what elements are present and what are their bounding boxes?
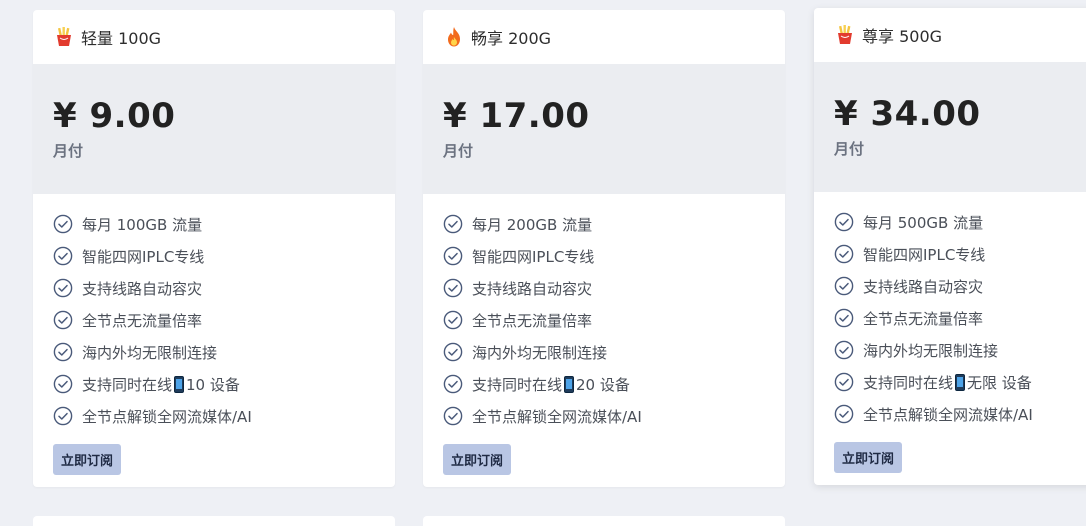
plan-card-enjoy: 畅享 200G ¥ 17.00 月付 每月 200GB 流量 智能四网IPLC专… bbox=[423, 10, 785, 487]
plan-price: ¥ 9.00 bbox=[53, 96, 176, 136]
check-circle-icon bbox=[834, 212, 854, 232]
check-circle-icon bbox=[53, 342, 73, 362]
feature-item: 海内外均无限制连接 bbox=[443, 336, 785, 368]
check-circle-icon bbox=[53, 246, 73, 266]
feature-list: 每月 500GB 流量 智能四网IPLC专线 支持线路自动容灾 全节点无流量倍率… bbox=[814, 192, 1086, 430]
feature-text: 支持同时在线 bbox=[472, 375, 563, 394]
check-circle-icon bbox=[443, 406, 463, 426]
feature-text: 支持线路自动容灾 bbox=[863, 277, 984, 296]
subscribe-button[interactable]: 立即订阅 bbox=[443, 444, 512, 475]
fries-icon bbox=[838, 25, 852, 44]
feature-item: 海内外均无限制连接 bbox=[53, 336, 395, 368]
feature-text: 每月 500GB 流量 bbox=[863, 213, 984, 232]
feature-text: 支持同时在线 bbox=[863, 373, 954, 392]
fries-icon bbox=[57, 27, 71, 46]
next-card-edge bbox=[423, 516, 785, 526]
feature-text: 每月 100GB 流量 bbox=[82, 215, 203, 234]
feature-item: 每月 200GB 流量 bbox=[443, 208, 785, 240]
next-card-edge bbox=[33, 516, 395, 526]
feature-item: 全节点解锁全网流媒体/AI bbox=[443, 400, 785, 432]
feature-item: 全节点无流量倍率 bbox=[53, 304, 395, 336]
feature-text: 全节点解锁全网流媒体/AI bbox=[863, 405, 1033, 424]
device-count: 10 设备 bbox=[186, 375, 240, 394]
billing-period: 月付 bbox=[834, 140, 865, 158]
check-circle-icon bbox=[834, 372, 854, 392]
feature-text: 智能四网IPLC专线 bbox=[472, 247, 595, 266]
feature-text: 支持同时在线 bbox=[82, 375, 173, 394]
device-count: 20 设备 bbox=[576, 375, 630, 394]
plan-header: 畅享 200G bbox=[423, 10, 785, 64]
subscribe-button[interactable]: 立即订阅 bbox=[834, 442, 903, 473]
billing-period: 月付 bbox=[53, 142, 84, 160]
check-circle-icon bbox=[443, 214, 463, 234]
plan-card-light: 轻量 100G ¥ 9.00 月付 每月 100GB 流量 智能四网IPLC专线… bbox=[33, 10, 395, 487]
feature-text: 支持线路自动容灾 bbox=[472, 279, 593, 298]
feature-item: 支持线路自动容灾 bbox=[834, 270, 1086, 302]
check-circle-icon bbox=[834, 308, 854, 328]
feature-text: 全节点无流量倍率 bbox=[82, 311, 203, 330]
feature-text: 智能四网IPLC专线 bbox=[82, 247, 205, 266]
check-circle-icon bbox=[443, 310, 463, 330]
mobile-phone-icon bbox=[174, 375, 185, 393]
feature-text: 每月 200GB 流量 bbox=[472, 215, 593, 234]
plan-price: ¥ 17.00 bbox=[443, 96, 590, 136]
plan-header: 轻量 100G bbox=[33, 10, 395, 64]
billing-period: 月付 bbox=[443, 142, 474, 160]
subscribe-button[interactable]: 立即订阅 bbox=[53, 444, 122, 475]
feature-text: 支持线路自动容灾 bbox=[82, 279, 203, 298]
feature-item: 支持同时在线 无限 设备 bbox=[834, 366, 1086, 398]
plan-name: 畅享 200G bbox=[471, 29, 552, 48]
check-circle-icon bbox=[443, 374, 463, 394]
feature-list: 每月 100GB 流量 智能四网IPLC专线 支持线路自动容灾 全节点无流量倍率… bbox=[33, 194, 395, 432]
check-circle-icon bbox=[834, 276, 854, 296]
feature-item: 每月 100GB 流量 bbox=[53, 208, 395, 240]
feature-list: 每月 200GB 流量 智能四网IPLC专线 支持线路自动容灾 全节点无流量倍率… bbox=[423, 194, 785, 432]
check-circle-icon bbox=[834, 244, 854, 264]
device-count: 无限 设备 bbox=[967, 373, 1032, 392]
feature-text: 全节点解锁全网流媒体/AI bbox=[82, 407, 252, 426]
feature-item: 全节点解锁全网流媒体/AI bbox=[53, 400, 395, 432]
price-band: ¥ 17.00 月付 bbox=[423, 64, 785, 194]
check-circle-icon bbox=[53, 374, 73, 394]
feature-text: 海内外均无限制连接 bbox=[82, 343, 218, 362]
feature-item: 智能四网IPLC专线 bbox=[53, 240, 395, 272]
feature-text: 海内外均无限制连接 bbox=[863, 341, 999, 360]
check-circle-icon bbox=[443, 342, 463, 362]
feature-item: 支持线路自动容灾 bbox=[53, 272, 395, 304]
feature-item: 海内外均无限制连接 bbox=[834, 334, 1086, 366]
check-circle-icon bbox=[443, 246, 463, 266]
feature-item: 智能四网IPLC专线 bbox=[834, 238, 1086, 270]
check-circle-icon bbox=[834, 340, 854, 360]
check-circle-icon bbox=[443, 278, 463, 298]
plan-header: 尊享 500G bbox=[814, 8, 1086, 62]
feature-text: 全节点解锁全网流媒体/AI bbox=[472, 407, 642, 426]
feature-item: 支持同时在线 20 设备 bbox=[443, 368, 785, 400]
feature-item: 每月 500GB 流量 bbox=[834, 206, 1086, 238]
feature-text: 海内外均无限制连接 bbox=[472, 343, 608, 362]
plan-card-premium: 尊享 500G ¥ 34.00 月付 每月 500GB 流量 智能四网IPLC专… bbox=[814, 8, 1086, 485]
check-circle-icon bbox=[834, 404, 854, 424]
check-circle-icon bbox=[53, 310, 73, 330]
feature-item: 智能四网IPLC专线 bbox=[443, 240, 785, 272]
fire-icon bbox=[448, 27, 460, 47]
feature-item: 全节点无流量倍率 bbox=[834, 302, 1086, 334]
mobile-phone-icon bbox=[955, 373, 966, 391]
feature-item: 支持同时在线 10 设备 bbox=[53, 368, 395, 400]
feature-text: 全节点无流量倍率 bbox=[472, 311, 593, 330]
plan-price: ¥ 34.00 bbox=[834, 94, 981, 134]
plan-name: 尊享 500G bbox=[862, 27, 943, 46]
price-band: ¥ 9.00 月付 bbox=[33, 64, 395, 194]
feature-item: 支持线路自动容灾 bbox=[443, 272, 785, 304]
plan-name: 轻量 100G bbox=[81, 29, 162, 48]
check-circle-icon bbox=[53, 214, 73, 234]
mobile-phone-icon bbox=[564, 375, 575, 393]
feature-text: 全节点无流量倍率 bbox=[863, 309, 984, 328]
check-circle-icon bbox=[53, 406, 73, 426]
check-circle-icon bbox=[53, 278, 73, 298]
feature-item: 全节点无流量倍率 bbox=[443, 304, 785, 336]
price-band: ¥ 34.00 月付 bbox=[814, 62, 1086, 192]
feature-text: 智能四网IPLC专线 bbox=[863, 245, 986, 264]
feature-item: 全节点解锁全网流媒体/AI bbox=[834, 398, 1086, 430]
